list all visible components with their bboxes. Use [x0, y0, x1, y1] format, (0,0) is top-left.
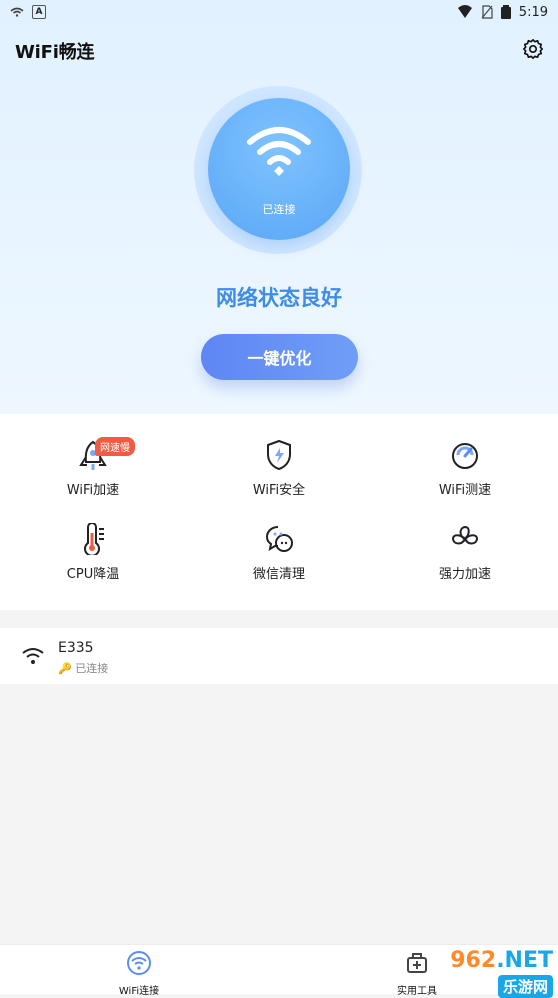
speedometer-icon	[452, 443, 478, 469]
status-time: 5:19	[518, 4, 548, 20]
watermark-logo: 962.NET 乐游网	[450, 948, 553, 998]
fan-icon	[451, 525, 479, 545]
thermometer-icon	[84, 523, 104, 555]
tool-label: WiFi加速	[66, 483, 120, 498]
network-status-text: 已连接	[75, 662, 109, 675]
network-status-title: 网络状态良好	[216, 286, 342, 310]
network-connection-status: 🔑 已连接	[58, 660, 108, 676]
wifi-large-icon	[247, 127, 311, 176]
tool-wifi-security[interactable]: WiFi安全	[186, 439, 372, 498]
chat-icon	[265, 526, 293, 552]
tool-cpu-cooling[interactable]: CPU降温	[0, 523, 186, 582]
settings-icon[interactable]	[522, 38, 544, 60]
key-icon: 🔑	[58, 662, 72, 675]
app-title: WiFi畅连	[15, 42, 95, 63]
wifi-icon	[10, 7, 24, 17]
status-left-icons: A	[10, 5, 46, 19]
tool-label: CPU降温	[66, 567, 120, 582]
slow-network-badge: 网速慢	[95, 437, 135, 456]
battery-icon	[500, 5, 511, 19]
status-bar: A 5:19	[0, 0, 558, 24]
a-icon: A	[32, 5, 46, 19]
tab-wifi-connection[interactable]: WiFi连接	[46, 945, 232, 997]
tool-label: WiFi安全	[252, 483, 306, 498]
wifi-tab-icon	[127, 951, 151, 975]
tool-grid: 网速慢 WiFi加速 WiFi安全 WiFi测速 CPU降温 微信清理 强力加速	[0, 414, 558, 610]
connected-label: 已连接	[262, 203, 296, 216]
tool-label: 强力加速	[438, 567, 491, 582]
no-sim-icon	[481, 5, 493, 19]
tool-label: 微信清理	[252, 567, 305, 582]
one-click-optimize-button[interactable]: 一键优化	[201, 334, 358, 380]
network-name: E335	[58, 640, 94, 656]
tool-power-boost[interactable]: 强力加速	[372, 523, 558, 582]
tool-wifi-boost[interactable]: 网速慢 WiFi加速	[0, 437, 186, 498]
wifi-network-icon	[22, 648, 44, 664]
tool-label: WiFi测速	[438, 483, 492, 498]
shield-icon	[267, 439, 291, 471]
tool-wifi-speed-test[interactable]: WiFi测速	[372, 439, 558, 498]
network-list-item[interactable]: E335 🔑 已连接	[0, 628, 558, 684]
tab-label: WiFi连接	[118, 986, 160, 997]
wifi-signal-icon	[457, 5, 472, 18]
tool-wechat-clean[interactable]: 微信清理	[186, 523, 372, 582]
status-right-icons: 5:19	[457, 5, 548, 20]
